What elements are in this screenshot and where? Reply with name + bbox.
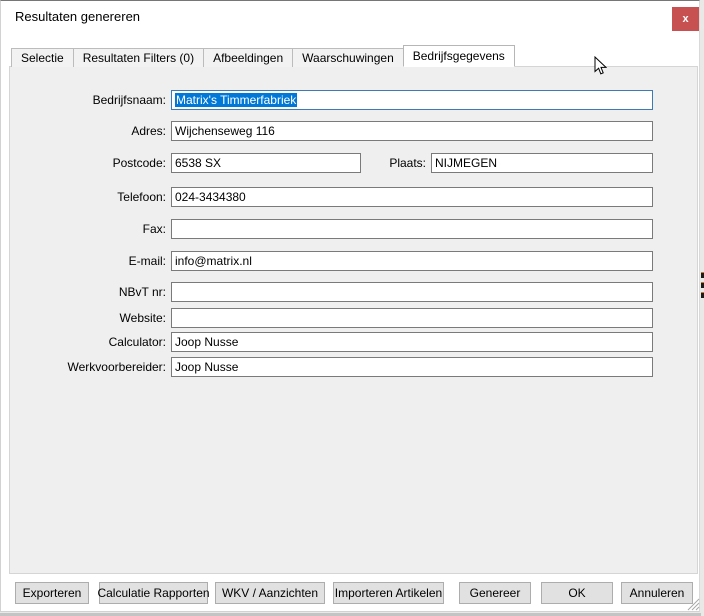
mouse-cursor-icon [594,55,608,76]
genereer-button[interactable]: Genereer [459,582,531,604]
annuleren-button[interactable]: Annuleren [621,582,693,604]
email-input[interactable] [171,251,653,271]
email-label: E-mail: [128,254,166,268]
werkvoorbereider-input[interactable] [171,357,653,377]
close-button[interactable]: x [672,7,699,31]
website-input[interactable] [171,308,653,328]
tab-waarschuwingen[interactable]: Waarschuwingen [292,48,404,67]
title-bar: Resultaten genereren x [1,1,699,33]
fax-label: Fax: [142,222,166,236]
nbvt-nr-label: NBvT nr: [118,285,166,299]
telefoon-input[interactable] [171,187,653,207]
calculatie-rapporten-button[interactable]: Calculatie Rapporten [97,582,210,604]
website-label: Website: [119,311,166,325]
nbvt-nr-input[interactable] [171,282,653,302]
importeren-artikelen-button[interactable]: Importeren Artikelen [333,582,444,604]
calculator-input[interactable] [171,332,653,352]
bedrijfsnaam-label: Bedrijfsnaam: [92,93,166,107]
tab-bedrijfsgegevens[interactable]: Bedrijfsgegevens [402,45,515,67]
fax-input[interactable] [171,219,653,239]
calculator-label: Calculator: [108,335,166,349]
selected-text: Matrix's Timmerfabriek [175,93,298,107]
tab-strip: Selectie Resultaten Filters (0) Afbeeldi… [11,45,515,67]
telefoon-label: Telefoon: [117,190,166,204]
tab-selectie[interactable]: Selectie [11,48,74,67]
exporteren-button[interactable]: Exporteren [15,582,89,604]
button-bar: Exporteren Calculatie Rapporten WKV / Aa… [1,582,701,604]
bedrijfsnaam-input[interactable]: Matrix's Timmerfabriek [171,90,653,110]
plaats-input[interactable] [431,153,653,173]
tab-resultaten-filters[interactable]: Resultaten Filters (0) [72,48,205,67]
resize-grip-icon[interactable] [687,598,700,611]
adres-input[interactable] [171,121,653,141]
window-title: Resultaten genereren [15,9,141,24]
results-generate-dialog: Resultaten genereren x Selectie Resultat… [0,0,700,612]
werkvoorbereider-label: Werkvoorbereider: [67,360,166,374]
wkv-aanzichten-button[interactable]: WKV / Aanzichten [215,582,325,604]
postcode-label: Postcode: [112,156,166,170]
adres-label: Adres: [131,124,166,138]
tab-afbeeldingen[interactable]: Afbeeldingen [203,48,294,67]
plaats-label: Plaats: [389,156,426,170]
ok-button[interactable]: OK [541,582,613,604]
